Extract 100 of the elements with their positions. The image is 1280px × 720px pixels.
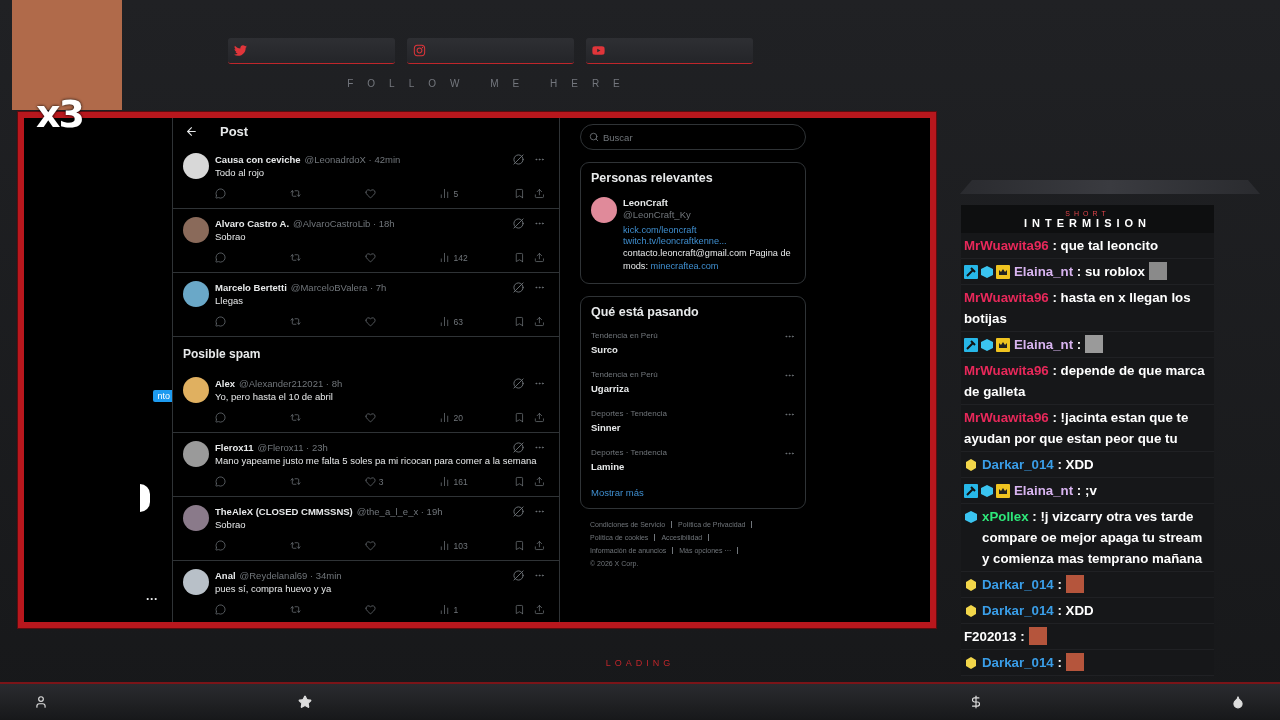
like-icon[interactable] [364,604,376,615]
reply-icon[interactable] [215,316,226,327]
post-meta: @MarceloBValera · 7h [290,282,388,293]
chat-message: Elaina_nt : [1014,336,1082,354]
views-icon[interactable] [439,540,451,551]
views-icon[interactable] [439,604,451,615]
reply-icon[interactable] [215,252,226,263]
trend-topic[interactable]: Surco [591,344,658,355]
share-icon[interactable] [534,604,545,615]
author-name[interactable]: Causa con ceviche [215,154,301,165]
trend-context: Deportes · Tendencia [591,409,667,418]
social-link-bar[interactable] [407,38,574,64]
trend-context: Tendencia en Perú [591,370,658,379]
reply-icon[interactable] [215,476,226,487]
view-count: 20 [453,412,463,423]
follow-label: FOLLOW ME HERE [347,78,634,89]
avatar-photo [183,505,209,531]
trend-topic[interactable]: Lamine [591,461,667,472]
bird-icon[interactable] [234,44,247,57]
views-icon[interactable] [439,316,451,327]
crown-icon [996,264,1010,279]
bio-link[interactable]: minecraftea.com [650,261,719,271]
author-name[interactable]: Alvaro Castro A. [215,218,290,229]
trend-context: Deportes · Tendencia [591,448,667,457]
bio-link[interactable]: twitch.tv/leoncraftkenne... [623,236,795,246]
reply-icon[interactable] [215,540,226,551]
like-icon[interactable] [364,188,376,199]
hammer-icon [964,337,978,352]
avatar-photo [183,569,209,595]
emote-image [1065,653,1084,671]
social-link-bar[interactable] [586,38,753,64]
share-icon[interactable] [534,412,545,423]
bookmark-icon[interactable] [514,540,526,551]
views-icon[interactable] [439,412,451,423]
repost-icon[interactable] [289,604,301,615]
author-name[interactable]: Flerox11 [215,442,254,453]
share-icon[interactable] [534,252,545,263]
author-name[interactable]: Anal [215,570,236,581]
bookmark-icon[interactable] [514,604,526,615]
reply-icon[interactable] [215,412,226,423]
views-icon[interactable] [439,188,451,199]
share-icon[interactable] [534,476,545,487]
chat-message: Darkar_014 : XDD [982,456,1094,474]
chat-message: Elaina_nt : su roblox [1014,263,1145,281]
show-more-link[interactable]: Mostrar más [591,487,795,498]
like-icon[interactable] [364,316,376,327]
back-arrow-icon[interactable] [185,125,198,138]
author-name[interactable]: TheAleX (CLOSED CMMSSNS) [215,506,353,517]
bookmark-icon[interactable] [514,252,526,263]
bookmark-icon[interactable] [514,476,526,487]
trend-topic[interactable]: Ugarriza [591,383,658,394]
post-text: Sobrao [215,519,247,530]
share-icon[interactable] [534,540,545,551]
trend-topic[interactable]: Sinner [591,422,667,433]
repost-icon[interactable] [289,412,301,423]
author-name[interactable]: LeonCraft [623,197,795,208]
bio-text: contacto.leoncraft@gmail.com Pagina de mods: minecraftea.com [623,247,792,273]
repost-icon[interactable] [289,316,301,327]
repost-icon[interactable] [289,476,301,487]
avatar-photo [591,197,617,223]
like-icon[interactable] [364,412,376,423]
like-icon[interactable] [364,252,376,263]
post-text: Todo al rojo [215,167,266,178]
post-meta: @AlvaroCastroLib · 18h [293,218,396,229]
like-icon[interactable] [364,476,376,487]
hexagon-icon [964,655,978,670]
chat-message: Elaina_nt : ;v [1014,482,1097,500]
reply-icon[interactable] [215,188,226,199]
share-icon[interactable] [534,316,545,327]
post-meta: @Reydelanal69 · 34min [239,570,343,581]
view-count: 142 [453,252,468,263]
hexagon-icon [964,603,978,618]
reply-icon[interactable] [215,604,226,615]
views-icon[interactable] [439,252,451,263]
chat-message: xPollex : !j vizcarry otra ves tarde compare oe mejor apaga tu stream y comienza mas temprano mañana [982,508,1204,568]
crown-icon [996,337,1010,352]
more-button[interactable]: ··· [146,592,158,606]
author-name[interactable]: Alex [215,378,236,389]
author-name[interactable]: Marcelo Bertetti [215,282,287,293]
post-meta: @Alexander212021 · 8h [239,378,344,389]
views-icon[interactable] [439,476,451,487]
social-link-bar[interactable] [228,38,395,64]
chat-message: MrWuawita96 : !jacinta estan que te ayudan por que estan peor que tu [964,409,1190,448]
bookmark-icon[interactable] [514,316,526,327]
chat-message: MrWuawita96 : que tal leoncito [964,237,1159,255]
avatar-photo [183,217,209,243]
repost-icon[interactable] [289,252,301,263]
bio-link[interactable]: kick.com/leoncraft [623,225,795,235]
like-icon[interactable] [364,540,376,551]
play-icon[interactable] [592,44,605,57]
share-icon[interactable] [534,188,545,199]
hexagon-icon [964,457,978,472]
camera-icon[interactable] [413,44,426,57]
cube-icon [980,264,994,279]
bookmark-icon[interactable] [514,188,526,199]
repost-icon[interactable] [289,188,301,199]
like-count: 3 [378,476,384,487]
repost-icon[interactable] [289,540,301,551]
bookmark-icon[interactable] [514,412,526,423]
post-text: Sobrao [215,231,247,242]
